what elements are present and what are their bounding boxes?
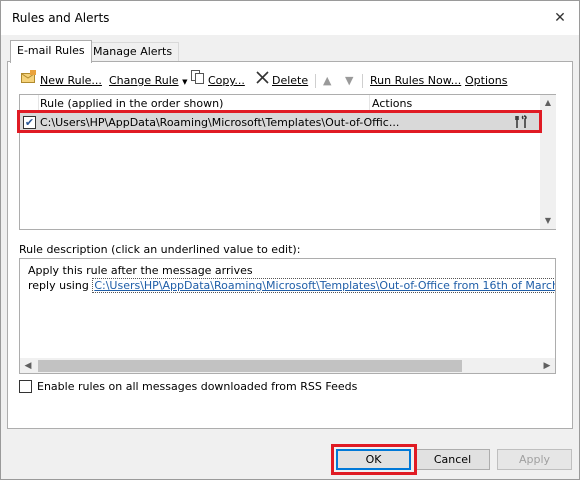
close-icon[interactable]: ✕	[549, 7, 571, 29]
wrench-screwdriver-icon[interactable]	[514, 115, 528, 133]
change-rule-button[interactable]: Change Rule ▼	[109, 70, 187, 92]
rss-rules-label: Enable rules on all messages downloaded …	[37, 380, 358, 393]
copy-button[interactable]: Copy...	[191, 70, 245, 92]
rules-list-vertical-scrollbar[interactable]: ▲ ▼	[540, 95, 556, 229]
description-line-action: reply using C:\Users\HP\AppData\Roaming\…	[28, 278, 555, 293]
move-down-icon[interactable]: ▼	[345, 70, 353, 92]
apply-button[interactable]: Apply	[497, 449, 572, 470]
column-divider	[38, 95, 39, 112]
chevron-down-icon: ▼	[182, 78, 188, 86]
delete-icon	[256, 70, 269, 92]
scroll-left-icon[interactable]: ◀	[20, 358, 36, 373]
scrollbar-thumb[interactable]	[38, 360, 462, 372]
rule-description-label: Rule description (click an underlined va…	[19, 243, 301, 256]
description-line-condition: Apply this rule after the message arrive…	[28, 264, 253, 277]
rss-rules-checkbox[interactable]	[19, 380, 32, 393]
column-header-rule[interactable]: Rule (applied in the order shown)	[40, 97, 223, 110]
template-path-link[interactable]: C:\Users\HP\AppData\Roaming\Microsoft\Te…	[92, 278, 555, 293]
copy-label: Copy...	[208, 74, 245, 87]
scroll-down-icon[interactable]: ▼	[540, 213, 556, 229]
description-horizontal-scrollbar[interactable]: ◀ ▶	[20, 358, 555, 373]
column-header-actions[interactable]: Actions	[372, 97, 412, 110]
change-rule-label: Change Rule	[109, 74, 179, 87]
run-rules-now-button[interactable]: Run Rules Now...	[370, 70, 461, 92]
delete-button[interactable]: Delete	[256, 70, 308, 92]
rules-toolbar: New Rule... Change Rule ▼ Copy... Delete…	[19, 70, 559, 92]
rules-list-header: Rule (applied in the order shown) Action…	[20, 95, 540, 112]
tab-manage-alerts[interactable]: Manage Alerts	[86, 42, 180, 61]
new-rule-label: New Rule...	[40, 74, 102, 87]
rule-description-box: Apply this rule after the message arrive…	[19, 258, 556, 374]
ok-button[interactable]: OK	[336, 449, 411, 470]
rule-enabled-checkbox[interactable]: ✔	[23, 116, 36, 129]
run-rules-now-label: Run Rules Now...	[370, 74, 462, 87]
rule-name: C:\Users\HP\AppData\Roaming\Microsoft\Te…	[40, 116, 400, 129]
scroll-up-icon[interactable]: ▲	[540, 95, 556, 111]
tab-email-rules-label: E-mail Rules	[17, 44, 85, 57]
column-divider	[369, 95, 370, 112]
options-label: Options	[465, 74, 508, 87]
description-action-text: reply using	[28, 279, 93, 292]
window-title: Rules and Alerts	[12, 11, 110, 25]
new-rule-icon	[21, 70, 37, 92]
options-button[interactable]: Options	[465, 70, 507, 92]
toolbar-separator-2	[362, 74, 363, 88]
toolbar-separator	[315, 74, 316, 88]
title-bar: Rules and Alerts ✕	[1, 1, 579, 35]
delete-label: Delete	[272, 74, 309, 87]
tab-manage-alerts-label: Manage Alerts	[93, 45, 173, 58]
cancel-button[interactable]: Cancel	[415, 449, 490, 470]
move-up-icon[interactable]: ▲	[323, 70, 331, 92]
tab-email-rules[interactable]: E-mail Rules	[10, 40, 92, 63]
new-rule-button[interactable]: New Rule...	[21, 70, 102, 92]
rules-list[interactable]: Rule (applied in the order shown) Action…	[19, 94, 556, 230]
copy-icon	[191, 70, 205, 92]
rule-row[interactable]: ✔ C:\Users\HP\AppData\Roaming\Microsoft\…	[20, 113, 540, 132]
scroll-right-icon[interactable]: ▶	[539, 358, 555, 373]
